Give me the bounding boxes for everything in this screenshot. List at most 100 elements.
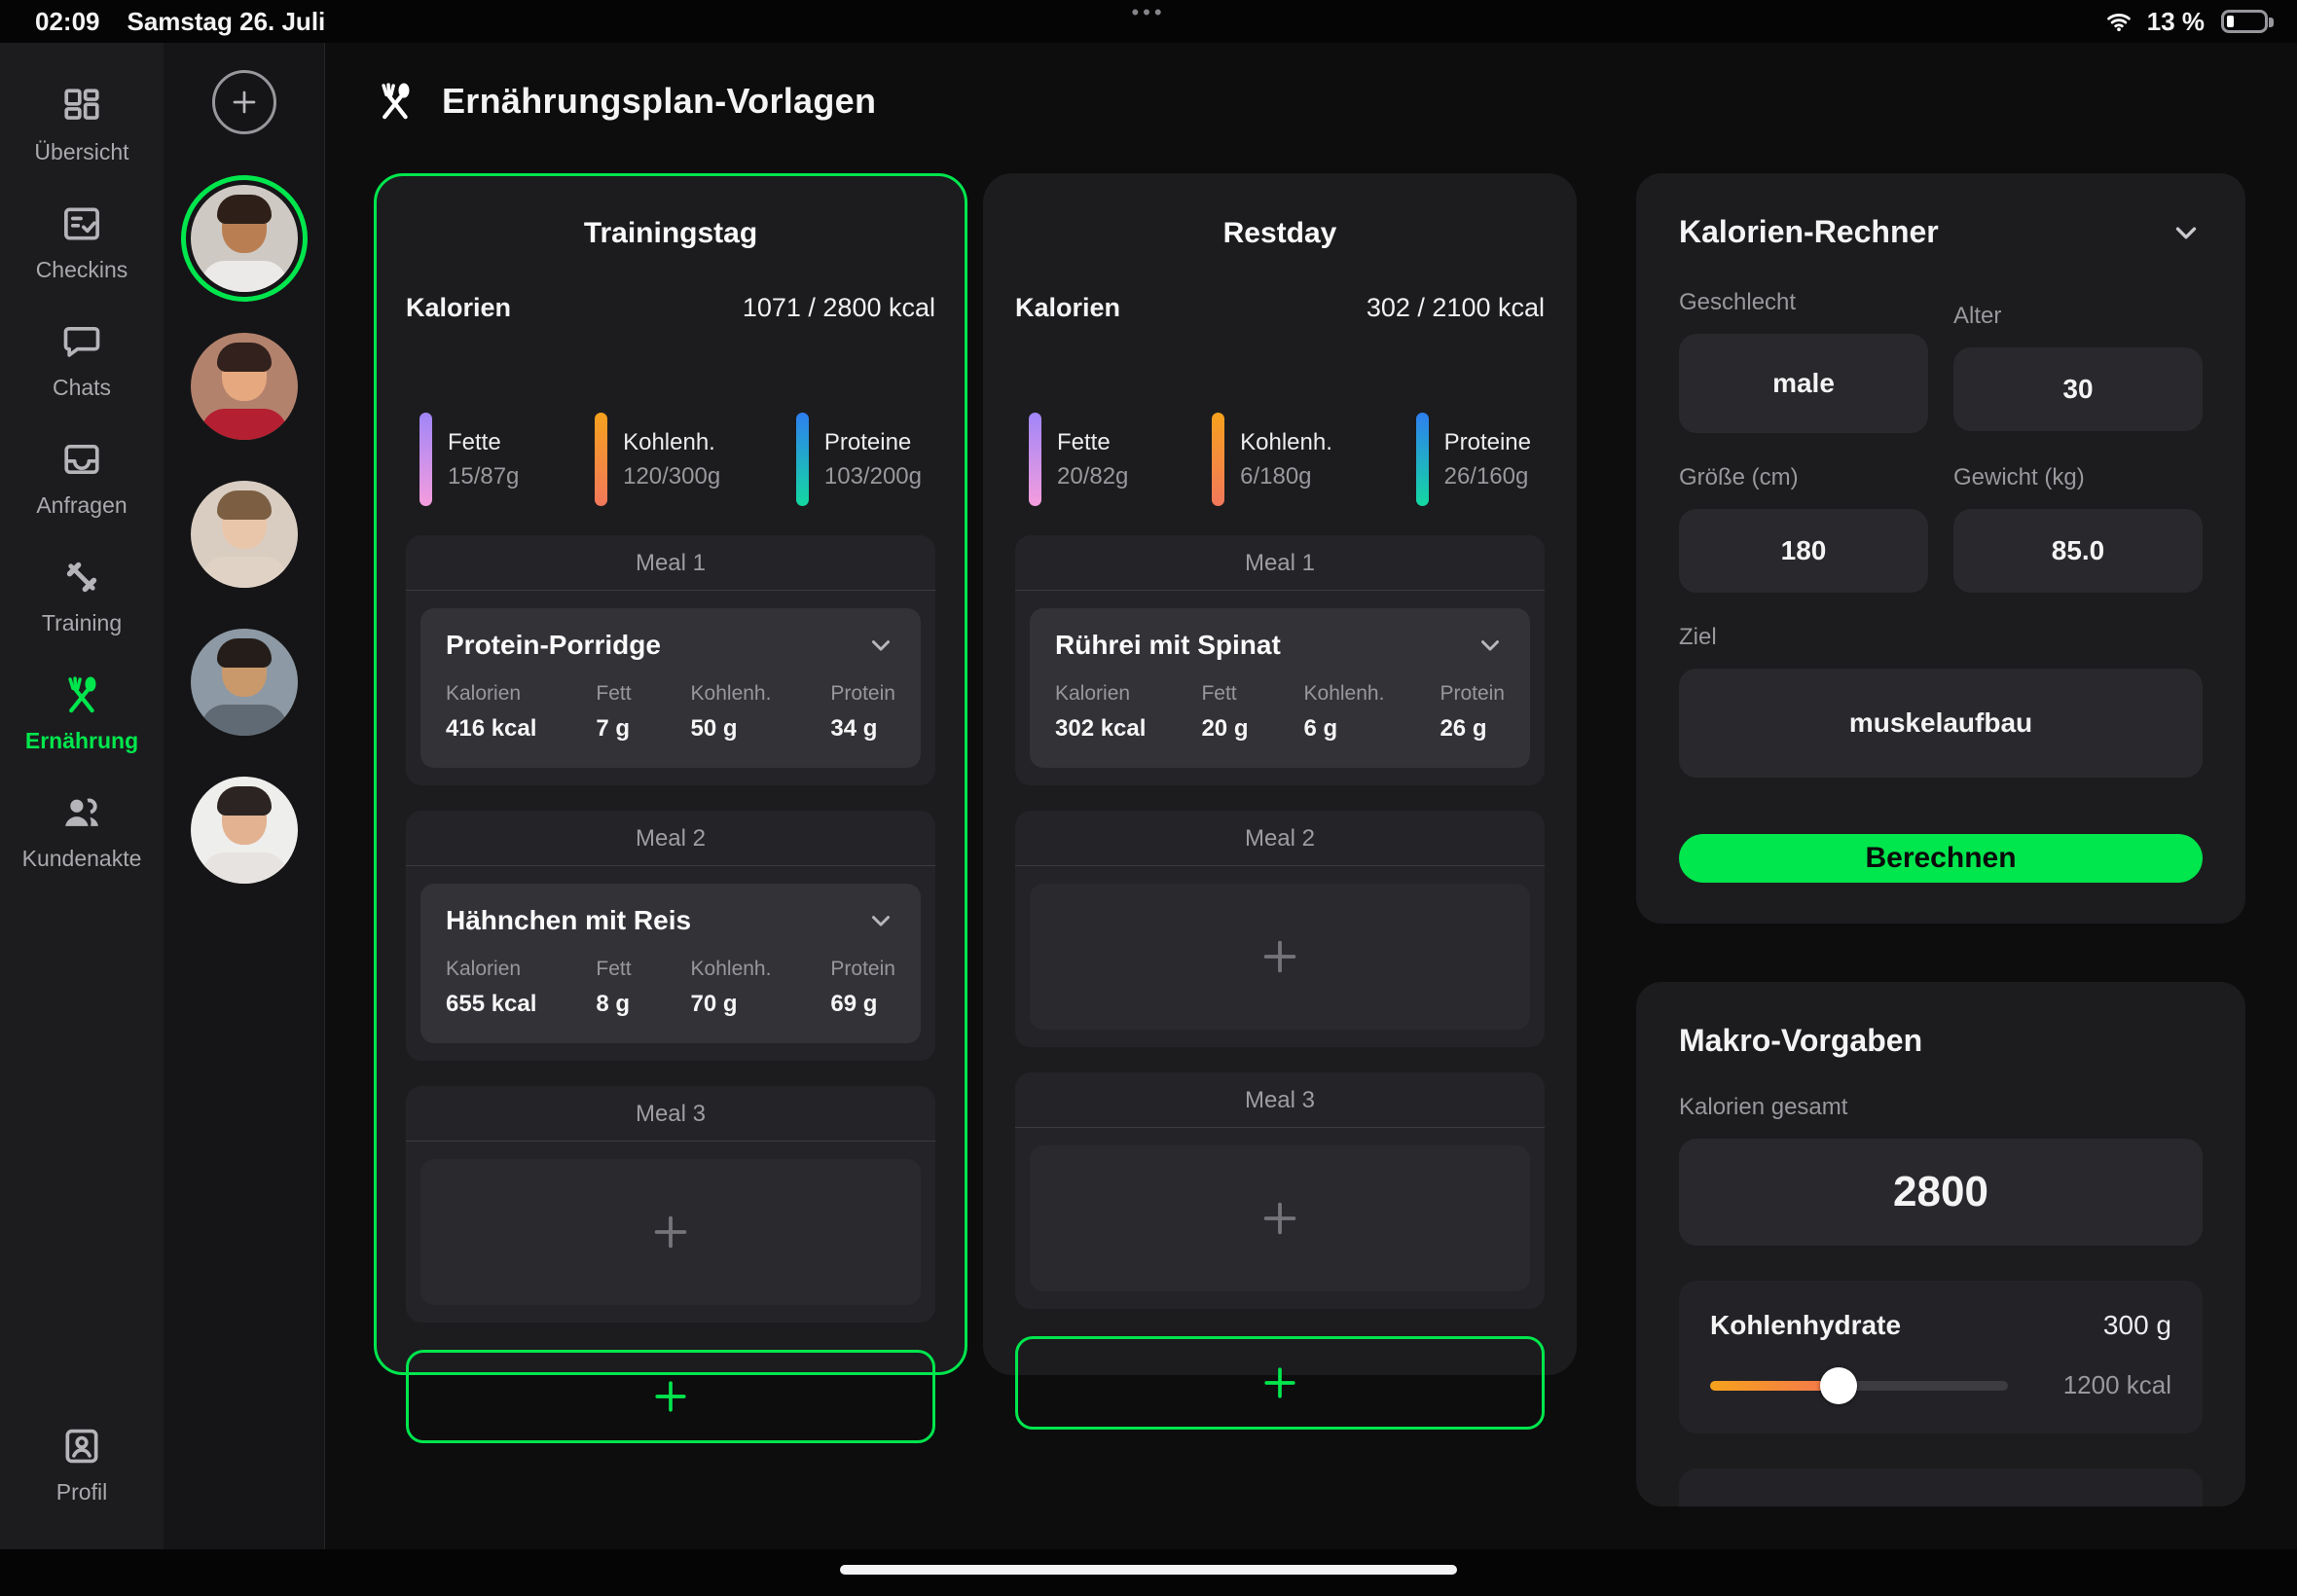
client-list [164, 43, 325, 1549]
main-area: Ernährungsplan-Vorlagen Trainingstag Kal… [325, 43, 2297, 1549]
add-meal-button[interactable] [406, 1350, 935, 1443]
food-card[interactable]: Hähnchen mit Reis Kalorien 655 kcal Fett… [420, 884, 921, 1043]
food-card[interactable]: Rührei mit Spinat Kalorien 302 kcal Fett… [1030, 608, 1530, 768]
right-column: Kalorien-Rechner Geschlecht male Alter 3… [1636, 173, 2245, 1506]
sidebar-item-bersicht[interactable]: Übersicht [0, 66, 164, 184]
sidebar-item-ernhrung[interactable]: Ernährung [0, 655, 164, 773]
client-avatar-client-5[interactable] [191, 777, 298, 884]
stat-value: 7 g [596, 715, 631, 743]
avatar-torso [201, 852, 287, 884]
add-client-button[interactable] [212, 70, 276, 134]
food-stat: Kalorien 655 kcal [446, 958, 536, 1018]
chevron-down-icon[interactable] [866, 631, 895, 660]
gender-select[interactable]: male [1679, 334, 1928, 433]
client-avatar-client-4[interactable] [191, 629, 298, 736]
age-cell: Alter 30 [1953, 289, 2203, 431]
client-avatar-client-2[interactable] [191, 333, 298, 440]
stat-value: 26 g [1440, 715, 1505, 743]
macro-name: Proteine [824, 429, 922, 456]
plus-icon [1258, 1361, 1301, 1404]
avatar-torso [201, 557, 287, 588]
home-indicator[interactable] [840, 1565, 1457, 1575]
stat-label: Kalorien [446, 682, 536, 706]
client-avatar-client-1[interactable] [191, 185, 298, 292]
slider-macro-name: Kohlenhydrate [1710, 1310, 1901, 1341]
stat-value: 20 g [1201, 715, 1248, 743]
macro-pill [419, 413, 432, 506]
plus-icon [1258, 934, 1302, 979]
plan-card-restday[interactable]: Restday Kalorien 302 / 2100 kcal Fette 2… [983, 173, 1577, 1375]
meal-body: Rührei mit Spinat Kalorien 302 kcal Fett… [1015, 591, 1545, 785]
food-stats: Kalorien 655 kcal Fett 8 g Kohlenh. 70 g… [446, 958, 895, 1018]
sidebar-item-label: Chats [53, 375, 111, 401]
food-header: Hähnchen mit Reis [446, 905, 895, 936]
stat-value: 70 g [691, 991, 772, 1018]
slider-grams-value: 300 g [2103, 1310, 2171, 1341]
sidebar-item-label: Übersicht [34, 139, 128, 165]
stat-label: Kalorien [446, 958, 536, 981]
weight-input[interactable]: 85.0 [1953, 509, 2203, 593]
meal-section: Meal 2 Hähnchen mit Reis Kalorien 655 kc… [406, 811, 935, 1061]
meal-title: Meal 2 [1015, 811, 1545, 866]
avatar-hair [217, 195, 272, 224]
sidebar-item-profil[interactable]: Profil [0, 1406, 164, 1524]
food-card[interactable]: Protein-Porridge Kalorien 416 kcal Fett … [420, 608, 921, 768]
battery-percent: 13 % [2147, 7, 2205, 37]
plan-card-trainingstag[interactable]: Trainingstag Kalorien 1071 / 2800 kcal F… [374, 173, 967, 1375]
empty-meal-slot[interactable] [420, 1159, 921, 1305]
sidebar-nav: Übersicht Checkins Chats Anfragen Traini… [0, 43, 164, 1549]
height-input[interactable]: 180 [1679, 509, 1928, 593]
sidebar-item-checkins[interactable]: Checkins [0, 184, 164, 302]
goal-cell: Ziel muskelaufbau [1679, 624, 2203, 778]
meal-title: Meal 3 [1015, 1072, 1545, 1128]
sidebar-item-chats[interactable]: Chats [0, 302, 164, 419]
stat-label: Kohlenh. [691, 682, 772, 706]
total-calories-input[interactable]: 2800 [1679, 1139, 2203, 1246]
stat-value: 655 kcal [446, 991, 536, 1018]
add-meal-button[interactable] [1015, 1336, 1545, 1430]
meal-title: Meal 2 [406, 811, 935, 866]
macro-name: Kohlenh. [623, 429, 720, 456]
gender-cell: Geschlecht male [1679, 289, 1928, 433]
plan-calories-value: 302 / 2100 kcal [1367, 293, 1545, 323]
plan-calories-row: Kalorien 1071 / 2800 kcal [406, 293, 935, 323]
meal-section: Meal 3 [1015, 1072, 1545, 1309]
stat-value: 302 kcal [1055, 715, 1146, 743]
macro-slider[interactable] [1710, 1381, 2008, 1391]
food-stat: Fett 8 g [596, 958, 631, 1018]
macro-name: Proteine [1444, 429, 1531, 456]
food-stat: Kalorien 302 kcal [1055, 682, 1146, 743]
chevron-down-icon[interactable] [2169, 216, 2203, 249]
age-input[interactable]: 30 [1953, 347, 2203, 431]
sidebar-item-kundenakte[interactable]: Kundenakte [0, 773, 164, 890]
sidebar-item-label: Anfragen [36, 492, 127, 519]
slider-row: 1200 kcal [1710, 1370, 2171, 1400]
chevron-down-icon[interactable] [1476, 631, 1505, 660]
calorie-calculator-panel: Kalorien-Rechner Geschlecht male Alter 3… [1636, 173, 2245, 924]
chevron-down-icon[interactable] [866, 906, 895, 935]
stat-label: Kalorien [1055, 682, 1146, 706]
sidebar-item-training[interactable]: Training [0, 537, 164, 655]
empty-meal-slot[interactable] [1030, 1145, 1530, 1291]
client-avatar-client-3[interactable] [191, 481, 298, 588]
macro-header: Makro-Vorgaben [1679, 1023, 2203, 1059]
height-cell: Größe (cm) 180 [1679, 464, 1928, 593]
goal-label: Ziel [1679, 624, 2203, 651]
stat-label: Kohlenh. [691, 958, 772, 981]
calculate-button[interactable]: Berechnen [1679, 834, 2203, 883]
weight-label: Gewicht (kg) [1953, 464, 2203, 491]
plan-calories-value: 1071 / 2800 kcal [743, 293, 935, 323]
macro-value: 120/300g [623, 463, 720, 490]
goal-select[interactable]: muskelaufbau [1679, 669, 2203, 778]
profile-card-icon [60, 1425, 103, 1468]
macro-pill [595, 413, 607, 506]
slider-kcal-value: 1200 kcal [2035, 1370, 2171, 1400]
sidebar-item-anfragen[interactable]: Anfragen [0, 419, 164, 537]
slider-thumb[interactable] [1820, 1367, 1857, 1404]
status-right: 13 % [2103, 7, 2268, 37]
meal-section: Meal 3 [406, 1086, 935, 1323]
empty-meal-slot[interactable] [1030, 884, 1530, 1030]
food-stat: Kalorien 416 kcal [446, 682, 536, 743]
people-icon [60, 791, 103, 834]
calculator-title: Kalorien-Rechner [1679, 214, 1939, 250]
